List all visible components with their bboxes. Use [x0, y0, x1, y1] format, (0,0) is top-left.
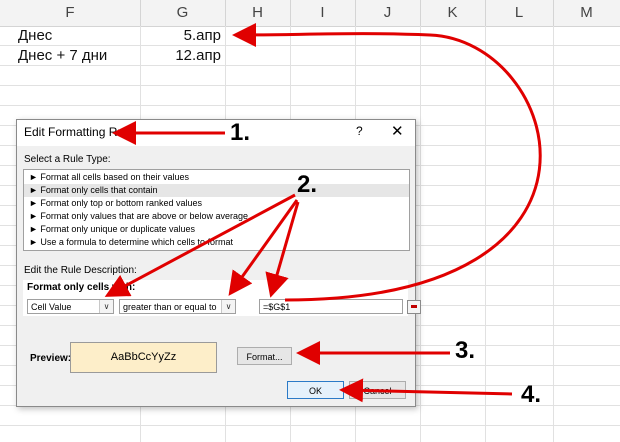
annotation-3: 3.: [455, 337, 476, 364]
annotation-4: 4.: [521, 381, 542, 408]
annotation-1: 1.: [230, 119, 251, 146]
arrow-2b: [228, 199, 299, 296]
arrow-2a: [104, 193, 296, 297]
arrow-4: [339, 378, 513, 403]
annotation-arrows: [104, 22, 542, 403]
arrow-curve-to-g1: [232, 22, 542, 302]
annotation-2: 2.: [297, 171, 318, 198]
